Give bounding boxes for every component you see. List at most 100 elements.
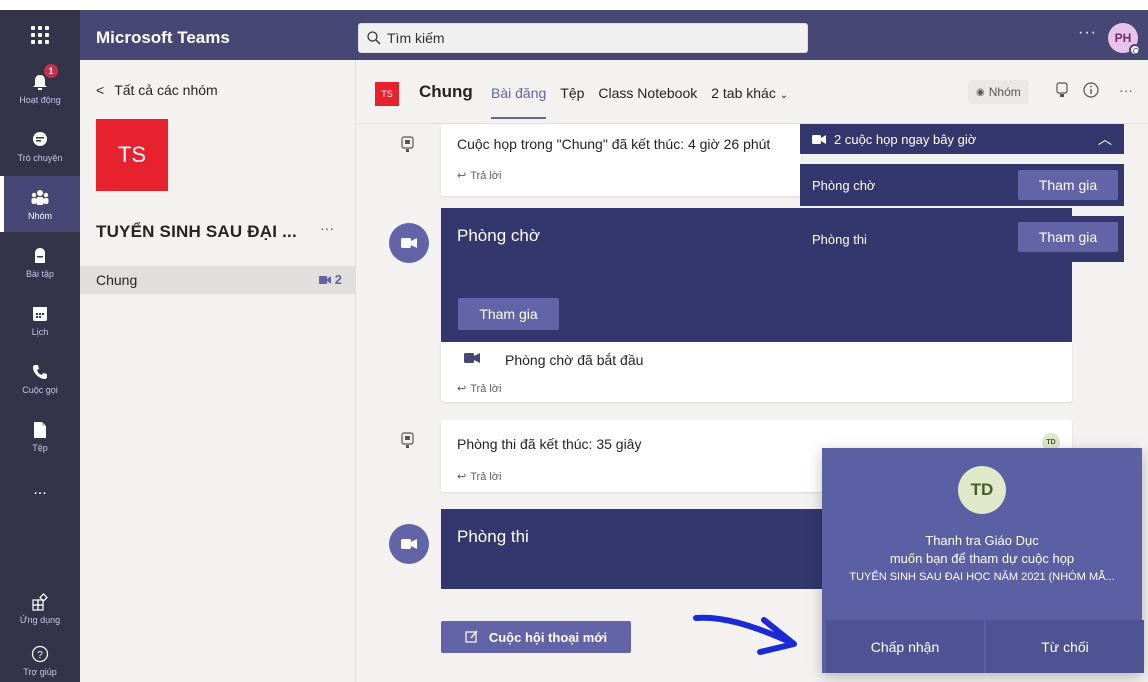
rail-item-more[interactable]: ... <box>0 462 80 518</box>
inviter-avatar: TD <box>958 466 1006 514</box>
rail-label: Tệp <box>32 443 48 453</box>
active-meetings-header[interactable]: 2 cuộc họp ngay bây giờ ︿ <box>800 124 1124 154</box>
rail-item-files[interactable]: Tệp <box>0 408 80 464</box>
accept-button[interactable]: Chấp nhận <box>826 620 984 673</box>
meet-icon[interactable] <box>1055 82 1069 101</box>
rail-item-apps[interactable]: Ứng dụng <box>0 580 80 636</box>
apps-icon <box>29 591 51 613</box>
rail-label: Bài tập <box>25 269 55 279</box>
search-input[interactable]: Tìm kiếm <box>358 23 808 53</box>
new-conversation-label: Cuộc hội thoại mới <box>488 629 608 645</box>
meeting-avatar <box>389 223 429 263</box>
file-icon <box>29 419 51 441</box>
chat-icon <box>29 129 51 151</box>
tab-more-label: 2 tab khác <box>711 85 776 101</box>
reply-link[interactable]: ↩ Trả lời <box>457 169 502 183</box>
tab-files[interactable]: Tệp <box>560 85 584 119</box>
channel-header: TS Chung Bài đăng Tệp Class Notebook 2 t… <box>357 60 1148 124</box>
activity-badge: 1 <box>44 64 58 78</box>
team-button[interactable]: ◉ Nhóm <box>968 80 1029 104</box>
rail-label: Hoạt động <box>19 95 61 105</box>
meeting-invite-toast: TD Thanh tra Giáo Dục muốn bạn để tham d… <box>822 448 1144 673</box>
chevron-up-icon[interactable]: ︿ <box>1098 129 1112 149</box>
meeting-count: 2 <box>334 272 342 287</box>
back-label: Tất cả các nhóm <box>114 82 218 98</box>
rail-item-calendar[interactable]: Lịch <box>0 292 80 348</box>
invite-line: muốn bạn để tham dự cuộc họp <box>889 551 1075 566</box>
meeting-ended-icon <box>392 128 424 160</box>
join-meeting-button[interactable]: Tham gia <box>458 298 559 330</box>
svg-text:?: ? <box>37 650 43 661</box>
more-apps-icon: ... <box>33 481 47 498</box>
rail-item-assignments[interactable]: Bài tập <box>0 234 80 290</box>
back-to-teams-link[interactable]: < Tất cả các nhóm <box>96 82 218 98</box>
phone-icon <box>29 361 51 383</box>
search-placeholder: Tìm kiếm <box>387 30 445 46</box>
meeting-card-phong-thi: Phòng thi <box>441 509 841 589</box>
inviter-name: Thanh tra Giáo Dục <box>925 533 1039 548</box>
reply-label: Trả lời <box>470 470 502 483</box>
rail-item-chat[interactable]: Trò chuyện <box>0 118 80 174</box>
rail-item-teams[interactable]: Nhóm <box>0 176 80 232</box>
active-meetings-indicator: 2 <box>318 272 342 287</box>
meeting-row-name: Phòng chờ <box>812 177 876 193</box>
app-rail: 1 Hoạt động Trò chuyện Nhóm Bài tập Lịch… <box>0 60 80 682</box>
eye-icon: ◉ <box>976 86 985 98</box>
app-title: Microsoft Teams <box>96 28 230 47</box>
channel-tabs: Bài đăng Tệp Class Notebook 2 tab khác ⌄ <box>491 85 788 119</box>
rail-label: Nhóm <box>27 211 52 221</box>
message-card-meeting-ended: Cuộc họp trong "Chung" đã kết thúc: 4 gi… <box>441 124 801 196</box>
rail-label: Ứng dụng <box>19 615 61 625</box>
video-icon <box>401 539 417 549</box>
reply-link[interactable]: ↩ Trả lời <box>457 382 502 396</box>
tab-more[interactable]: 2 tab khác ⌄ <box>711 85 788 119</box>
rail-label: Cuộc gọi <box>22 385 58 395</box>
meeting-ended-icon <box>392 424 424 456</box>
tab-posts[interactable]: Bài đăng <box>491 85 547 119</box>
rail-item-activity[interactable]: 1 Hoạt động <box>0 60 80 116</box>
rail-item-calls[interactable]: Cuộc gọi <box>0 350 80 406</box>
active-meetings-panel: 2 cuộc họp ngay bây giờ ︿ Phòng chờ Tham… <box>800 124 1124 262</box>
reply-link[interactable]: ↩ Trả lời <box>457 470 502 484</box>
decline-button[interactable]: Từ chối <box>986 620 1144 673</box>
join-phong-cho-button[interactable]: Tham gia <box>1018 170 1118 200</box>
new-conversation-button[interactable]: Cuộc hội thoại mới <box>441 621 631 653</box>
info-icon[interactable] <box>1083 82 1099 101</box>
join-phong-thi-button[interactable]: Tham gia <box>1018 222 1118 252</box>
video-icon <box>318 275 331 284</box>
meeting-title: Phòng chờ <box>457 226 540 245</box>
reply-label: Trả lời <box>470 169 502 182</box>
more-options-icon[interactable]: ··· <box>1078 24 1097 42</box>
meeting-row-phong-cho: Phòng chờ Tham gia <box>800 164 1124 206</box>
active-meetings-label: 2 cuộc họp ngay bây giờ <box>834 131 977 147</box>
meeting-avatar <box>389 524 429 564</box>
video-icon <box>401 238 417 248</box>
help-icon: ? <box>29 643 51 665</box>
meeting-started-message: Phòng chờ đã bắt đầu ↩ Trả lời <box>441 342 1072 402</box>
arrow-annotation <box>693 614 797 655</box>
reply-icon: ↩ <box>457 471 467 483</box>
team-name: TUYỂN SINH SAU ĐẠI ... <box>96 222 297 241</box>
compose-icon <box>465 630 478 643</box>
rail-item-help[interactable]: ? Trợ giúp <box>0 632 80 682</box>
chevron-down-icon: ⌄ <box>779 90 789 101</box>
team-more-icon[interactable]: ··· <box>320 220 334 236</box>
user-avatar[interactable]: PH <box>1108 23 1141 56</box>
waffle-icon <box>31 26 49 44</box>
message-text: Cuộc họp trong "Chung" đã kết thúc: 4 gi… <box>457 136 771 152</box>
reply-label: Trả lời <box>470 382 502 395</box>
rail-label: Trò chuyện <box>17 153 63 163</box>
channel-logo: TS <box>375 82 399 106</box>
header-more-icon[interactable]: ··· <box>1119 82 1133 98</box>
app-launcher-button[interactable] <box>0 10 80 60</box>
assignments-icon <box>29 245 51 267</box>
meeting-started-text: Phòng chờ đã bắt đầu <box>505 352 644 368</box>
video-icon <box>464 353 480 363</box>
rail-label: Lịch <box>31 327 49 337</box>
tab-class-notebook[interactable]: Class Notebook <box>598 85 697 119</box>
top-strip <box>0 0 1148 10</box>
channel-title: Chung <box>419 82 473 101</box>
message-text: Phòng thi đã kết thúc: 35 giây <box>457 436 642 452</box>
meeting-title: Phòng thi <box>457 527 529 546</box>
channel-item-chung[interactable]: Chung 2 <box>80 266 356 294</box>
